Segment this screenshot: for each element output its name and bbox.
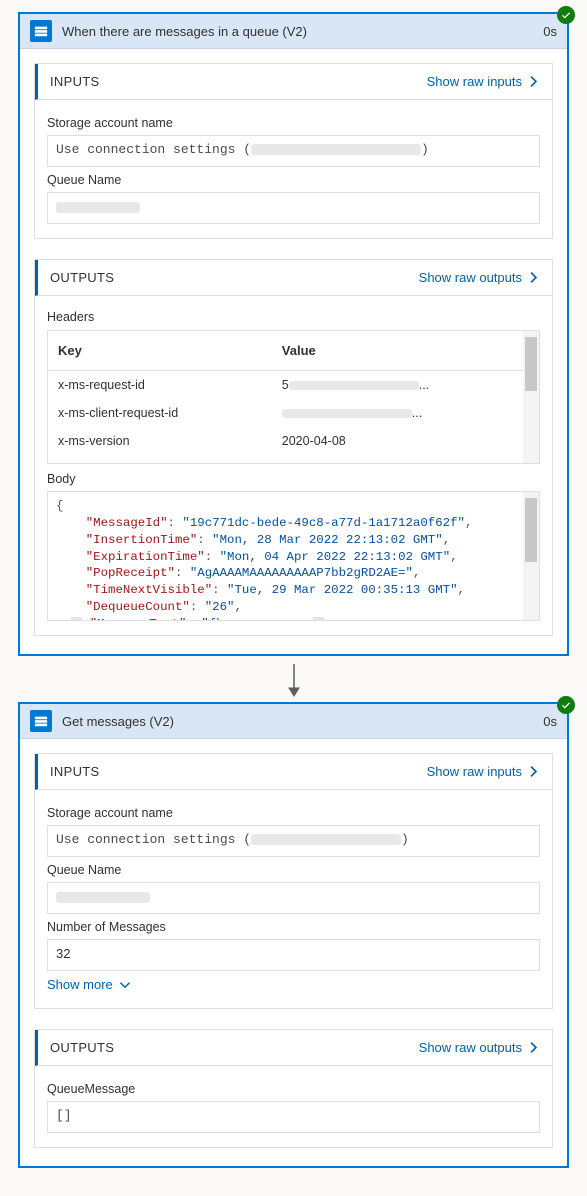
step-duration: 0s bbox=[543, 24, 557, 39]
success-badge bbox=[557, 6, 575, 24]
body-json: { "MessageId": "19c771dc-bede-49c8-a77d-… bbox=[47, 491, 540, 621]
queue-message-label: QueueMessage bbox=[47, 1082, 540, 1096]
redacted-text bbox=[251, 834, 401, 845]
chevron-right-icon bbox=[527, 1041, 540, 1054]
check-icon bbox=[561, 10, 571, 20]
queue-name-field bbox=[47, 192, 540, 224]
outputs-panel: OUTPUTS Show raw outputs QueueMessage [] bbox=[34, 1029, 553, 1148]
show-raw-inputs-button[interactable]: Show raw inputs bbox=[427, 74, 540, 89]
step-header[interactable]: Get messages (V2) 0s bbox=[20, 704, 567, 739]
scrollbar[interactable] bbox=[523, 331, 539, 463]
show-raw-outputs-button[interactable]: Show raw outputs bbox=[419, 270, 540, 285]
outputs-title: OUTPUTS bbox=[50, 270, 419, 285]
queue-name-field bbox=[47, 882, 540, 914]
redacted-text bbox=[251, 144, 421, 155]
step-title: When there are messages in a queue (V2) bbox=[62, 24, 543, 39]
queue-name-label: Queue Name bbox=[47, 173, 540, 187]
flow-step-trigger: When there are messages in a queue (V2) … bbox=[18, 12, 569, 656]
body-label: Body bbox=[47, 472, 540, 486]
chevron-right-icon bbox=[527, 271, 540, 284]
json-content: { "MessageId": "19c771dc-bede-49c8-a77d-… bbox=[48, 492, 539, 621]
inputs-title: INPUTS bbox=[50, 764, 427, 779]
step-duration: 0s bbox=[543, 714, 557, 729]
inputs-panel: INPUTS Show raw inputs Storage account n… bbox=[34, 753, 553, 1009]
inputs-panel: INPUTS Show raw inputs Storage account n… bbox=[34, 63, 553, 239]
storage-account-label: Storage account name bbox=[47, 806, 540, 820]
flow-step-get-messages: Get messages (V2) 0s INPUTS Show raw inp… bbox=[18, 702, 569, 1168]
chevron-right-icon bbox=[527, 75, 540, 88]
storage-account-field: Use connection settings () bbox=[47, 825, 540, 857]
table-row: x-ms-request-id 5... bbox=[48, 371, 539, 400]
chevron-right-icon bbox=[527, 765, 540, 778]
check-icon bbox=[561, 700, 571, 710]
redacted-text bbox=[56, 202, 140, 213]
outputs-title: OUTPUTS bbox=[50, 1040, 419, 1055]
success-badge bbox=[557, 696, 575, 714]
chevron-down-icon bbox=[119, 979, 131, 991]
key-column-header: Key bbox=[48, 331, 272, 371]
outputs-panel: OUTPUTS Show raw outputs Headers Key Val… bbox=[34, 259, 553, 636]
headers-label: Headers bbox=[47, 310, 540, 324]
show-more-button[interactable]: Show more bbox=[47, 971, 540, 994]
table-row: x-ms-client-request-id ... bbox=[48, 399, 539, 427]
inputs-title: INPUTS bbox=[50, 74, 427, 89]
queue-icon bbox=[30, 710, 52, 732]
number-of-messages-field: 32 bbox=[47, 939, 540, 971]
value-column-header: Value bbox=[272, 331, 539, 371]
scrollbar[interactable] bbox=[523, 492, 539, 620]
queue-icon bbox=[30, 20, 52, 42]
connector-arrow bbox=[18, 664, 569, 702]
redacted-text bbox=[56, 892, 150, 903]
queue-name-label: Queue Name bbox=[47, 863, 540, 877]
step-header[interactable]: When there are messages in a queue (V2) … bbox=[20, 14, 567, 49]
show-raw-inputs-button[interactable]: Show raw inputs bbox=[427, 764, 540, 779]
storage-account-field: Use connection settings () bbox=[47, 135, 540, 167]
storage-account-label: Storage account name bbox=[47, 116, 540, 130]
table-row: x-ms-version 2020-04-08 bbox=[48, 427, 539, 455]
step-title: Get messages (V2) bbox=[62, 714, 543, 729]
show-raw-outputs-button[interactable]: Show raw outputs bbox=[419, 1040, 540, 1055]
number-of-messages-label: Number of Messages bbox=[47, 920, 540, 934]
headers-table: Key Value x-ms-request-id 5... x-ms-clie… bbox=[47, 330, 540, 464]
